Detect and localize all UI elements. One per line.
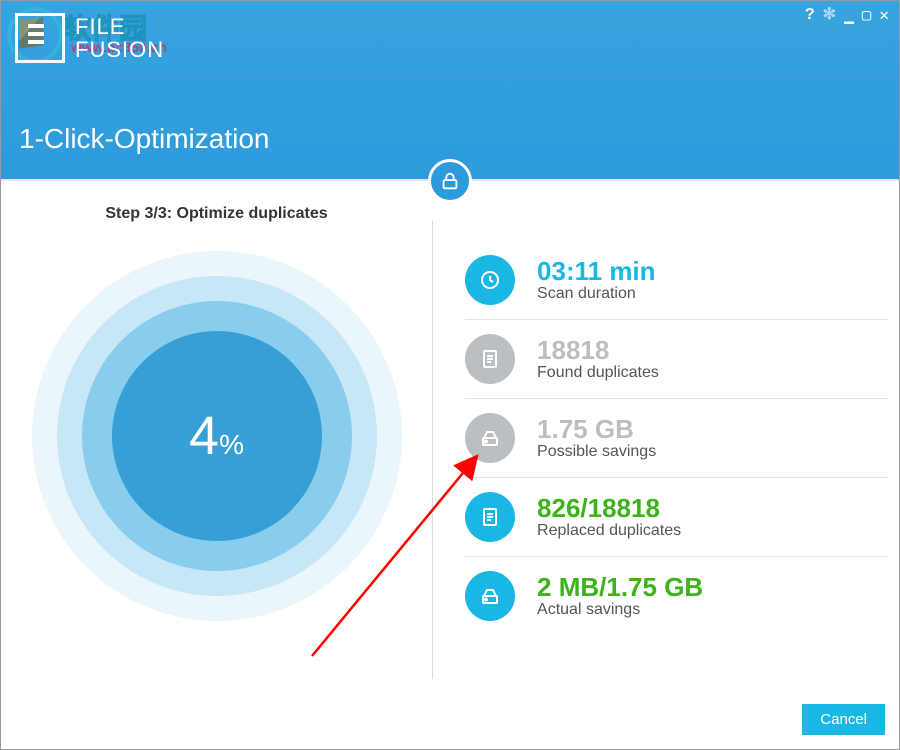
- progress-percent: 4%: [189, 405, 244, 467]
- stat-possible-savings: 1.75 GB Possible savings: [465, 399, 889, 478]
- main-content: Step 3/3: Optimize duplicates 4% 03:11 m…: [1, 181, 899, 689]
- app-logo: FILE FUSION: [15, 13, 164, 63]
- stat-value: 2 MB/1.75 GB: [537, 573, 703, 602]
- stat-actual-savings: 2 MB/1.75 GB Actual savings: [465, 557, 889, 635]
- step-label: Step 3/3: Optimize duplicates: [105, 205, 327, 223]
- stat-label: Found duplicates: [537, 364, 659, 382]
- stat-found-duplicates: 18818 Found duplicates: [465, 320, 889, 399]
- footer-bar: Cancel: [1, 689, 899, 749]
- help-icon[interactable]: ?: [805, 7, 815, 23]
- stat-replaced-duplicates: 826/18818 Replaced duplicates: [465, 478, 889, 557]
- stat-label: Possible savings: [537, 443, 656, 461]
- minimize-icon[interactable]: ▁: [844, 7, 854, 23]
- gear-icon[interactable]: ✻: [823, 7, 836, 23]
- cancel-button[interactable]: Cancel: [802, 704, 885, 735]
- stat-value: 826/18818: [537, 494, 681, 523]
- stat-label: Actual savings: [537, 601, 703, 619]
- stat-label: Scan duration: [537, 285, 656, 303]
- close-icon[interactable]: ✕: [879, 7, 889, 23]
- maximize-icon[interactable]: ▢: [862, 7, 872, 23]
- stat-value: 03:11 min: [537, 257, 656, 286]
- stat-label: Replaced duplicates: [537, 522, 681, 540]
- logo-mark-icon: [15, 13, 65, 63]
- app-header: 软件园 www.pc350.cn ? ✻ ▁ ▢ ✕ FILE FUSION 1…: [1, 1, 899, 181]
- progress-ring: 4%: [32, 251, 402, 621]
- stat-value: 1.75 GB: [537, 415, 656, 444]
- disk-icon: [465, 413, 515, 463]
- app-name: FILE FUSION: [75, 15, 164, 61]
- stat-scan-duration: 03:11 min Scan duration: [465, 241, 889, 320]
- lock-badge: [428, 159, 472, 203]
- document-icon: [465, 492, 515, 542]
- window-controls: ? ✻ ▁ ▢ ✕: [805, 7, 889, 23]
- stat-value: 18818: [537, 336, 659, 365]
- disk-icon: [465, 571, 515, 621]
- lock-icon: [439, 170, 461, 192]
- document-icon: [465, 334, 515, 384]
- progress-panel: Step 3/3: Optimize duplicates 4%: [1, 181, 432, 689]
- stats-panel: 03:11 min Scan duration 18818 Found dupl…: [433, 181, 899, 689]
- clock-icon: [465, 255, 515, 305]
- page-title: 1-Click-Optimization: [19, 123, 270, 155]
